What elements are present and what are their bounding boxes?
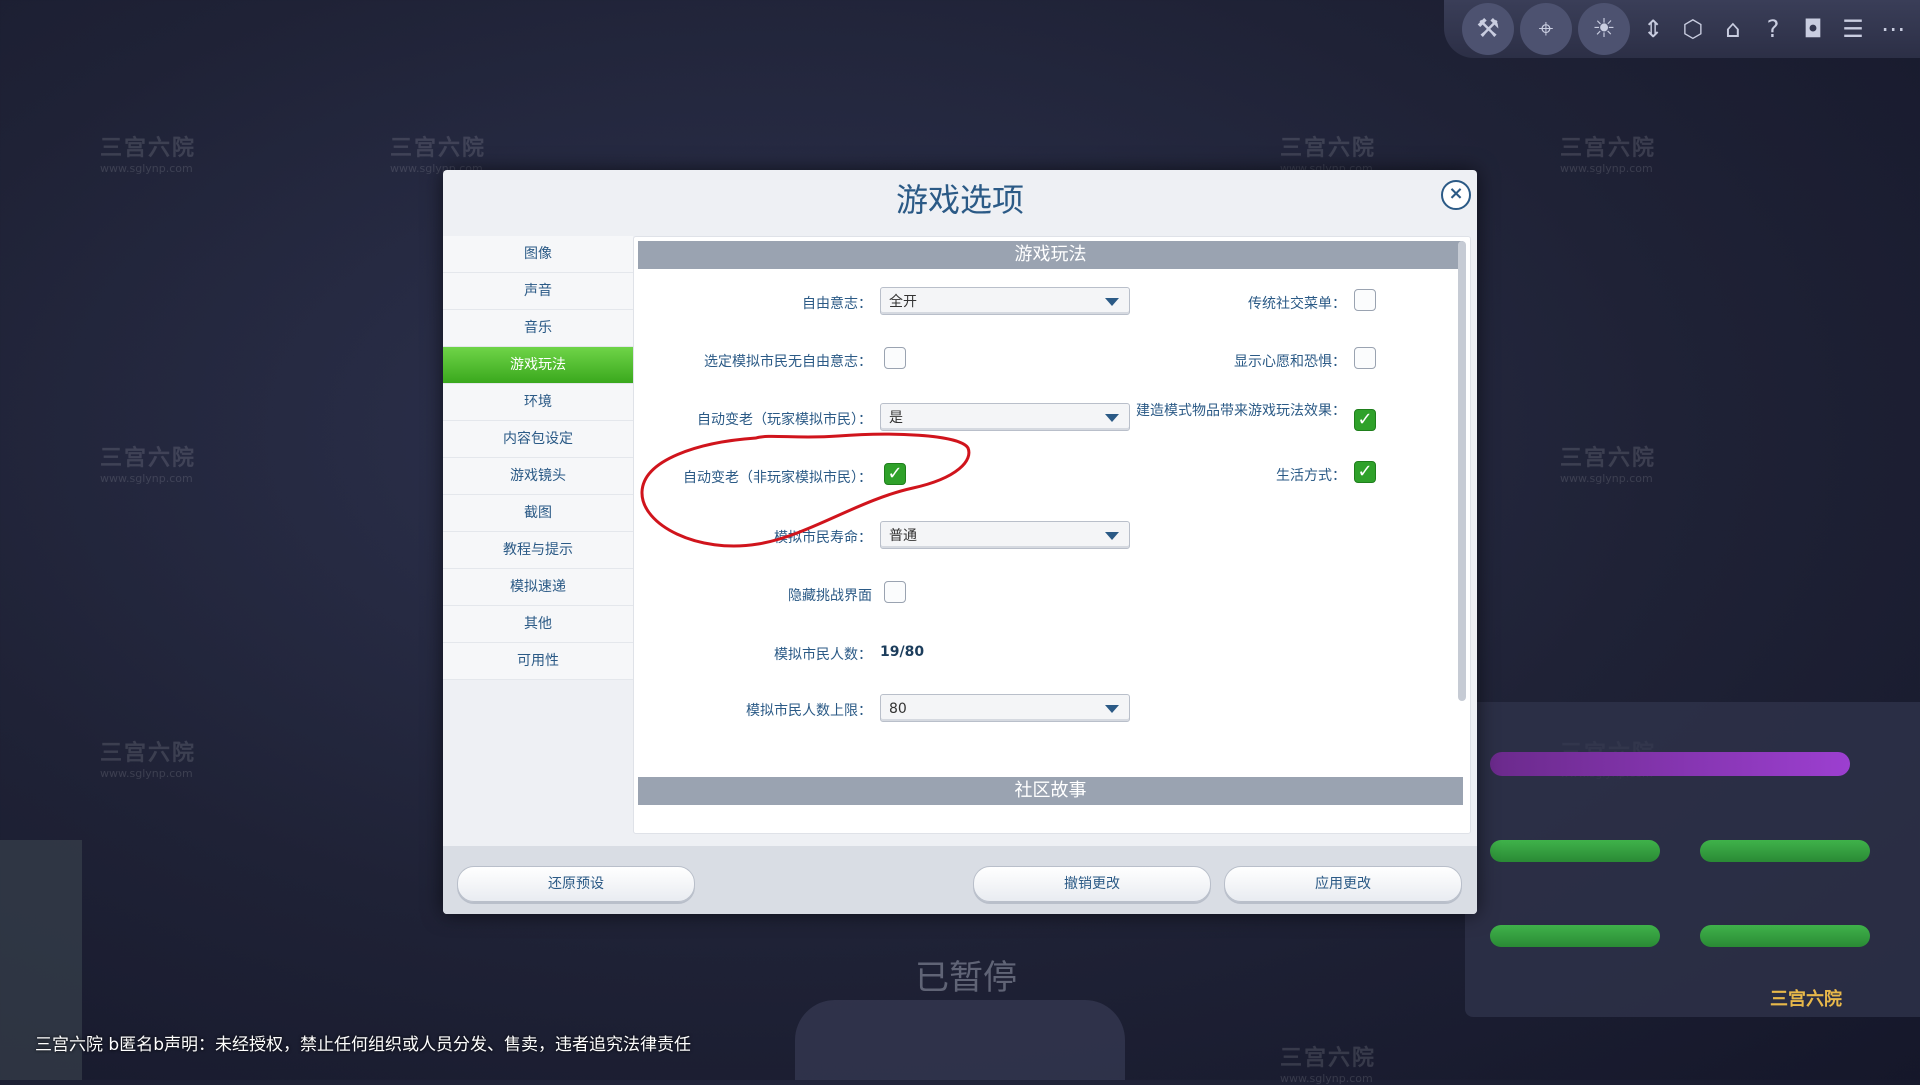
classic-social-label: 传统社交菜单： [1248, 296, 1346, 312]
options-content: 游戏玩法 自由意志： 全开 选定模拟市民无自由意志： 自动变老（玩家模拟市民）：… [633, 236, 1471, 834]
chevron-down-icon [1105, 414, 1119, 422]
tab-graphics[interactable]: 图像 [443, 236, 633, 273]
wants-fears-label: 显示心愿和恐惧： [1234, 354, 1346, 370]
camera-icon[interactable]: ◘ [1796, 12, 1830, 46]
wants-fears-checkbox[interactable] [1354, 347, 1376, 369]
tab-screenshots[interactable]: 截图 [443, 495, 633, 532]
restore-defaults-button[interactable]: 还原预设 [457, 866, 695, 902]
site-logo: 三宫六院 [1770, 989, 1842, 1010]
chevron-down-icon [1105, 705, 1119, 713]
mood-bar [1490, 752, 1850, 776]
need-bar [1490, 840, 1660, 862]
disclaimer-text: 三宫六院 b匿名b声明：未经授权，禁止任何组织或人员分发、售卖，违者追究法律责任 [35, 1035, 691, 1055]
list-icon[interactable]: ☰ [1836, 12, 1870, 46]
chevron-down-icon [1105, 298, 1119, 306]
build-mode-checkbox[interactable]: ✓ [1354, 409, 1376, 431]
map-icon[interactable]: ⌖ [1520, 3, 1572, 55]
dialog-title: 游戏选项 [895, 181, 1024, 219]
chevron-down-icon [1105, 532, 1119, 540]
auto-age-played-dropdown[interactable]: 是 [880, 403, 1130, 431]
cube-icon[interactable]: ⬡ [1676, 12, 1710, 46]
no-free-will-label: 选定模拟市民无自由意志： [704, 354, 872, 370]
tab-environment[interactable]: 环境 [443, 384, 633, 421]
auto-age-played-label: 自动变老（玩家模拟市民）： [697, 412, 872, 428]
house-icon[interactable]: ⌂ [1716, 12, 1750, 46]
options-tab-list: 图像 声音 音乐 游戏玩法 环境 内容包设定 游戏镜头 截图 教程与提示 模拟速… [443, 236, 633, 680]
section-community-header: 社区故事 [638, 777, 1463, 805]
section-gameplay-header: 游戏玩法 [638, 241, 1463, 269]
undo-changes-button[interactable]: 撤销更改 [973, 866, 1211, 902]
auto-age-unplayed-label: 自动变老（非玩家模拟市民）： [683, 470, 872, 486]
tab-music[interactable]: 音乐 [443, 310, 633, 347]
free-will-label: 自由意志： [802, 296, 872, 312]
apply-changes-button[interactable]: 应用更改 [1224, 866, 1462, 902]
help-icon[interactable]: ? [1756, 12, 1790, 46]
lifespan-dropdown[interactable]: 普通 [880, 521, 1130, 549]
content-scrollbar[interactable] [1458, 241, 1466, 701]
tab-sound[interactable]: 声音 [443, 273, 633, 310]
tab-camera[interactable]: 游戏镜头 [443, 458, 633, 495]
lifespan-label: 模拟市民寿命： [774, 530, 872, 546]
game-options-dialog: 游戏选项 × 图像 声音 音乐 游戏玩法 环境 内容包设定 游戏镜头 截图 教程… [443, 170, 1477, 914]
sim-limit-label: 模拟市民人数上限： [746, 703, 872, 719]
tab-accessibility[interactable]: 可用性 [443, 643, 633, 680]
tab-tutorial[interactable]: 教程与提示 [443, 532, 633, 569]
tab-other[interactable]: 其他 [443, 606, 633, 643]
sim-count-value: 19/80 [880, 644, 925, 660]
need-bar [1700, 925, 1870, 947]
build-mode-label: 建造模式物品带来游戏玩法效果： [1136, 403, 1346, 419]
build-tools-icon[interactable]: ⚒ [1462, 3, 1514, 55]
close-icon[interactable]: × [1441, 180, 1471, 210]
need-bar [1490, 925, 1660, 947]
time-controls[interactable] [795, 1000, 1125, 1080]
lifestyles-checkbox[interactable]: ✓ [1354, 461, 1376, 483]
paused-label: 已暂停 [915, 958, 1017, 998]
lifestyles-label: 生活方式： [1276, 468, 1346, 484]
auto-age-unplayed-checkbox[interactable]: ✓ [884, 463, 906, 485]
tab-simology[interactable]: 模拟速递 [443, 569, 633, 606]
tab-content-pack[interactable]: 内容包设定 [443, 421, 633, 458]
top-hud: ⚒ ⌖ ☀ ⇕ ⬡ ⌂ ? ◘ ☰ ⋯ [1444, 0, 1920, 58]
hide-challenge-checkbox[interactable] [884, 581, 906, 603]
sim-limit-dropdown[interactable]: 80 [880, 694, 1130, 722]
more-icon[interactable]: ⋯ [1876, 12, 1910, 46]
lightbulb-icon[interactable]: ☀ [1578, 3, 1630, 55]
hide-challenge-label: 隐藏挑战界面 [788, 588, 872, 604]
arrows-icon[interactable]: ⇕ [1636, 12, 1670, 46]
no-free-will-checkbox[interactable] [884, 347, 906, 369]
classic-social-checkbox[interactable] [1354, 289, 1376, 311]
need-bar [1700, 840, 1870, 862]
sim-count-label: 模拟市民人数： [774, 647, 872, 663]
tab-gameplay[interactable]: 游戏玩法 [443, 347, 633, 384]
free-will-dropdown[interactable]: 全开 [880, 287, 1130, 315]
